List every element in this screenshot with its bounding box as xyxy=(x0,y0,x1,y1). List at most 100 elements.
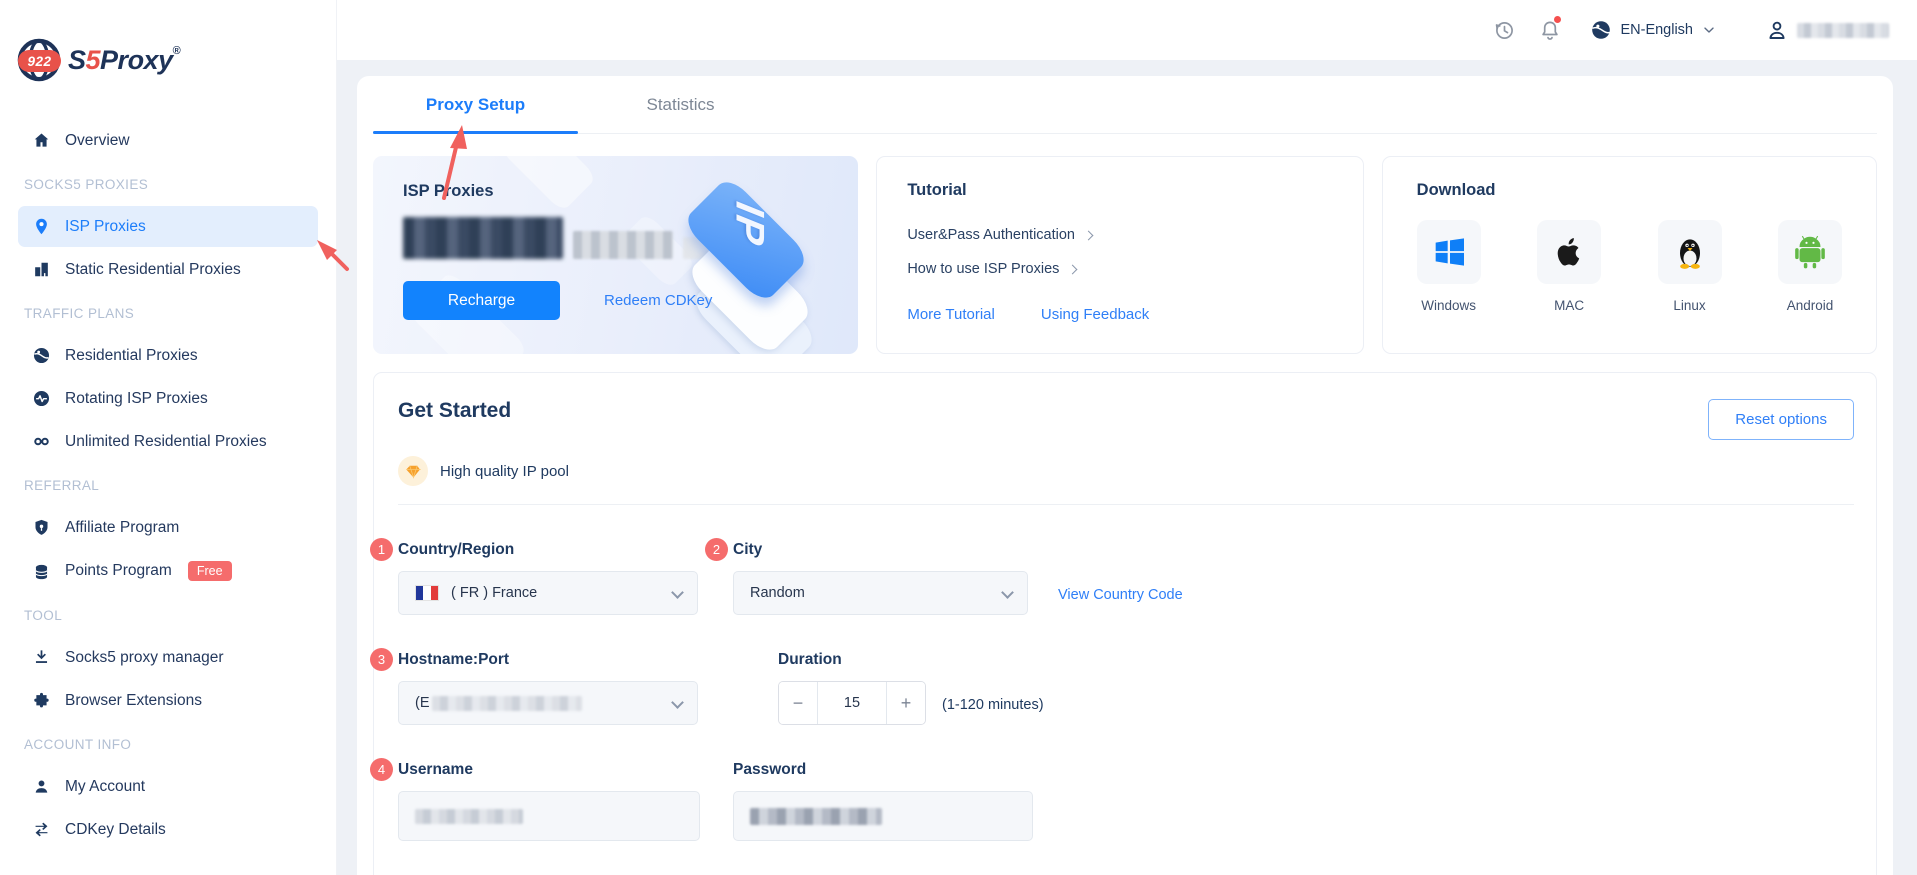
tutorial-link-how-to-use-isp-proxies[interactable]: How to use ISP Proxies xyxy=(907,252,1332,286)
download-platform-label: MAC xyxy=(1537,298,1601,313)
sidebar-item-label: Residential Proxies xyxy=(65,347,198,365)
country-select[interactable]: ( FR ) France xyxy=(398,571,698,615)
language-label: EN-English xyxy=(1620,22,1693,38)
notifications-bell-icon[interactable] xyxy=(1538,18,1562,42)
sidebar-section-tool: TOOL xyxy=(0,594,336,635)
tab-proxy-setup[interactable]: Proxy Setup xyxy=(373,76,578,133)
sidebar-item-my-account[interactable]: My Account xyxy=(18,766,318,807)
main-area: Proxy Setup Statistics ISP Proxies Recha… xyxy=(337,60,1917,875)
sidebar: 922 S5Proxy® OverviewSOCKS5 PROXIESISP P… xyxy=(0,0,337,875)
topbar: EN-English xyxy=(337,0,1917,60)
tutorial-link-label: User&Pass Authentication xyxy=(907,227,1075,243)
city-select[interactable]: Random xyxy=(733,571,1028,615)
view-country-code-link[interactable]: View Country Code xyxy=(1058,587,1183,603)
sidebar-section-traffic-plans: TRAFFIC PLANS xyxy=(0,292,336,333)
duration-stepper: − 15 + xyxy=(778,681,926,725)
download-platform-label: Windows xyxy=(1417,298,1481,313)
windows-icon xyxy=(1417,220,1481,284)
sidebar-item-label: Socks5 proxy manager xyxy=(65,649,224,667)
download-platform-label: Android xyxy=(1778,298,1842,313)
country-value: ( FR ) France xyxy=(451,585,537,601)
chevron-down-icon xyxy=(1701,22,1717,38)
sidebar-item-unlimited-residential-proxies[interactable]: Unlimited Residential Proxies xyxy=(18,421,318,462)
chevron-right-icon xyxy=(1068,265,1078,275)
download-linux[interactable]: Linux xyxy=(1658,220,1722,313)
globe-logo-icon: 922 xyxy=(16,37,62,83)
password-input[interactable] xyxy=(733,791,1033,841)
history-icon[interactable] xyxy=(1492,18,1516,42)
shield-icon xyxy=(32,518,51,537)
language-selector[interactable]: EN-English xyxy=(1590,19,1717,41)
building-icon xyxy=(32,260,51,279)
chevron-down-icon xyxy=(671,586,684,599)
duration-label: Duration xyxy=(778,651,926,669)
sidebar-section-referral: REFERRAL xyxy=(0,464,336,505)
reset-options-button[interactable]: Reset options xyxy=(1708,399,1854,440)
hostname-prefix: (E xyxy=(415,695,430,711)
download-windows[interactable]: Windows xyxy=(1417,220,1481,313)
puzzle-icon xyxy=(32,691,51,710)
sidebar-item-label: Unlimited Residential Proxies xyxy=(65,433,267,451)
sidebar-item-label: Overview xyxy=(65,132,130,150)
country-label: Country/Region xyxy=(398,541,698,559)
isp-proxies-card: ISP Proxies Recharge Redeem CDKey IP xyxy=(373,156,858,354)
content-container: Proxy Setup Statistics ISP Proxies Recha… xyxy=(357,76,1893,875)
sidebar-item-overview[interactable]: Overview xyxy=(18,120,318,161)
sidebar-item-rotating-isp-proxies[interactable]: Rotating ISP Proxies xyxy=(18,378,318,419)
download-card-title: Download xyxy=(1417,181,1842,200)
city-value: Random xyxy=(750,585,805,601)
hostname-label: Hostname:Port xyxy=(398,651,698,669)
download-grid: Windows MAC Linux Android xyxy=(1417,220,1842,313)
sidebar-item-socks5-proxy-manager[interactable]: Socks5 proxy manager xyxy=(18,637,318,678)
step-badge-1: 1 xyxy=(370,538,393,561)
activity-icon xyxy=(32,389,51,408)
apple-icon xyxy=(1537,220,1601,284)
recharge-button[interactable]: Recharge xyxy=(403,281,560,320)
ip-illustration: IP xyxy=(670,176,840,346)
duration-value[interactable]: 15 xyxy=(817,682,887,724)
redeem-cdkey-link[interactable]: Redeem CDKey xyxy=(604,292,712,309)
password-value-redacted xyxy=(750,808,882,825)
hostname-select[interactable]: (E xyxy=(398,681,698,725)
quality-label: High quality IP pool xyxy=(440,463,569,480)
language-globe-icon xyxy=(1590,19,1612,41)
divider xyxy=(398,504,1854,505)
sidebar-item-label: Affiliate Program xyxy=(65,519,179,537)
download-card: Download Windows MAC Linux Android xyxy=(1382,156,1877,354)
download-platform-label: Linux xyxy=(1658,298,1722,313)
balance-redacted xyxy=(403,217,563,259)
tutorial-link-user-pass-authentication[interactable]: User&Pass Authentication xyxy=(907,218,1332,252)
sidebar-item-affiliate-program[interactable]: Affiliate Program xyxy=(18,507,318,548)
tab-bar: Proxy Setup Statistics xyxy=(373,76,1877,134)
more-tutorial-link[interactable]: More Tutorial xyxy=(907,306,995,323)
sidebar-item-label: ISP Proxies xyxy=(65,218,146,236)
account-menu[interactable] xyxy=(1765,18,1889,42)
tutorial-card-title: Tutorial xyxy=(907,181,1332,200)
duration-plus-button[interactable]: + xyxy=(887,682,925,724)
sidebar-item-residential-proxies[interactable]: Residential Proxies xyxy=(18,335,318,376)
sidebar-item-label: CDKey Details xyxy=(65,821,166,839)
logo-text: S5Proxy® xyxy=(68,45,180,76)
globe-icon xyxy=(32,346,51,365)
username-input[interactable] xyxy=(398,791,700,841)
duration-minus-button[interactable]: − xyxy=(779,682,817,724)
home-icon xyxy=(32,131,51,150)
download-android[interactable]: Android xyxy=(1778,220,1842,313)
sidebar-item-points-program[interactable]: Points ProgramFree xyxy=(18,550,318,592)
password-label: Password xyxy=(733,761,1033,779)
sidebar-item-label: My Account xyxy=(65,778,145,796)
username-value-redacted xyxy=(415,809,523,824)
sidebar-item-isp-proxies[interactable]: ISP Proxies xyxy=(18,206,318,247)
app-logo[interactable]: 922 S5Proxy® xyxy=(0,34,336,86)
linux-icon xyxy=(1658,220,1722,284)
sidebar-item-static-residential-proxies[interactable]: Static Residential Proxies xyxy=(18,249,318,290)
step-badge-3: 3 xyxy=(370,648,393,671)
download-mac[interactable]: MAC xyxy=(1537,220,1601,313)
user-icon xyxy=(1765,18,1789,42)
using-feedback-link[interactable]: Using Feedback xyxy=(1041,306,1149,323)
sidebar-item-browser-extensions[interactable]: Browser Extensions xyxy=(18,680,318,721)
user-icon xyxy=(32,777,51,796)
sidebar-item-cdkey-details[interactable]: CDKey Details xyxy=(18,809,318,850)
tab-statistics[interactable]: Statistics xyxy=(578,76,783,133)
step-badge-4: 4 xyxy=(370,758,393,781)
